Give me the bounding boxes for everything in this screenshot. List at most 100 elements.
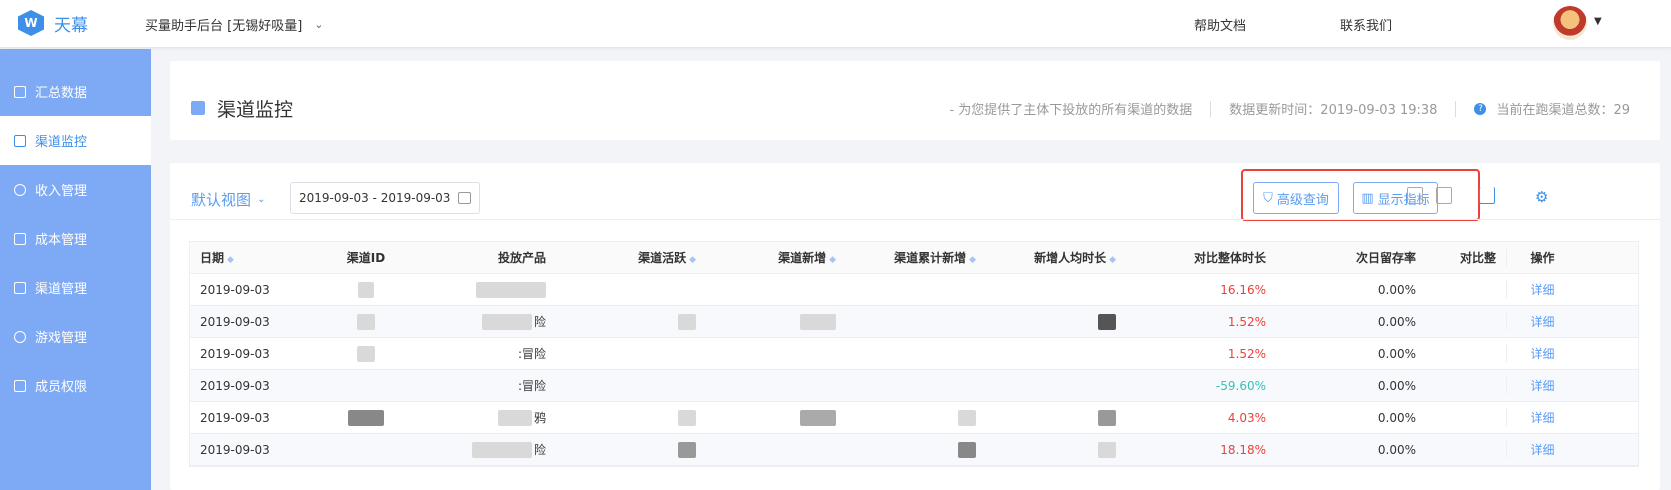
page-meta: - 为您提供了主体下投放的所有渠道的数据 数据更新时间：2019-09-03 1… [949,99,1630,118]
sidebar-item-income[interactable]: 收入管理 [0,165,151,214]
table-row: 2019-09-03 鸦 4.03% 0.00% 详细 [190,402,1638,434]
avatar[interactable] [1553,6,1587,40]
cell-active [556,409,706,426]
logo-text: 天幕 [54,15,88,36]
save-icon[interactable] [1407,187,1423,204]
sidebar-item-channel-monitor[interactable]: 渠道监控 [0,116,151,165]
cell-compare-duration: 1.52% [1227,314,1266,329]
download-icon[interactable] [1479,187,1495,204]
yen-icon [14,183,26,196]
sort-icon[interactable]: ◆ [227,255,234,265]
cell-product: :冒险 [517,379,546,393]
filter-icon: ⛉ [1263,190,1273,206]
cell-product: 险 [456,441,556,459]
column-header-compare-duration: 对比整体时长 [1193,251,1266,265]
column-header-compare-partial: 对比整 [1459,251,1496,265]
chevron-down-icon: ⌄ [257,194,266,205]
cell-cumulative [846,409,986,426]
sidebar-item-summary[interactable]: 汇总数据 [0,67,151,116]
table-row: 2019-09-03 险 18.18% 0.00% 详细 [190,434,1638,466]
date-range-picker[interactable]: 2019-09-03 - 2019-09-03 [290,182,480,214]
cell-date: 2019-09-03 [200,282,270,297]
cell-retention: 0.00% [1377,314,1416,329]
column-header-avg-duration[interactable]: 新增人均时长 ◆ [986,249,1126,266]
divider [1210,100,1212,117]
detail-link[interactable]: 详细 [1506,281,1578,298]
cell-compare-duration: -59.60% [1215,378,1266,393]
bar-chart-icon [14,85,26,98]
detail-link[interactable]: 详细 [1506,409,1578,426]
sidebar-item-label: 成本管理 [35,233,88,248]
help-docs-link[interactable]: 帮助文档 [1194,15,1246,34]
page-title: 渠道监控 [217,99,294,121]
channel-table-card: 默认视图 ⌄ 2019-09-03 - 2019-09-03 ⛉ 高级查询 ▥ … [170,163,1660,490]
cell-product: 鸦 [456,409,556,427]
channel-table: 日期 ◆ 渠道ID 投放产品 渠道活跃 ◆ 渠道新增 ◆ 渠道累计新增 ◆ 新增人均时长… [189,241,1639,467]
cell-product: 险 [456,313,556,331]
chevron-down-icon: ⌄ [314,18,324,31]
column-header-retention: 次日留存率 [1355,251,1416,265]
copy-icon[interactable] [1436,187,1452,204]
sidebar-item-game[interactable]: 游戏管理 [0,312,151,361]
gear-icon[interactable]: ⚙ [1535,188,1548,206]
column-header-product: 投放产品 [497,251,546,265]
sidebar-item-label: 渠道监控 [35,135,88,150]
title-marker-icon [191,101,205,115]
cell-product: :冒险 [517,347,546,361]
cell-retention: 0.00% [1377,282,1416,297]
column-header-date[interactable]: 日期 ◆ [190,249,276,266]
sort-icon[interactable]: ◆ [969,255,976,265]
toolbar-divider [170,219,1660,220]
sort-icon[interactable]: ◆ [689,255,696,265]
view-selector[interactable]: 默认视图 ⌄ [191,189,265,210]
cell-compare-duration: 1.52% [1227,346,1266,361]
cell-date: 2019-09-03 [200,410,270,425]
contact-us-link[interactable]: 联系我们 [1340,15,1392,34]
cell-avg-duration [986,313,1126,330]
sidebar-item-label: 渠道管理 [35,282,88,297]
page-header-card: 渠道监控 - 为您提供了主体下投放的所有渠道的数据 数据更新时间：2019-09… [170,61,1660,140]
sidebar-item-label: 汇总数据 [35,86,88,101]
running-channels-count: 当前在跑渠道总数：29 [1496,103,1630,118]
sort-icon[interactable]: ◆ [1109,255,1116,265]
sidebar-item-channel-manage[interactable]: 渠道管理 [0,263,151,312]
column-header-channel-id: 渠道ID [346,251,386,265]
update-time: 数据更新时间：2019-09-03 19:38 [1229,103,1438,118]
logo-mark-icon: W [18,10,44,36]
document-icon [14,232,26,245]
column-header-new[interactable]: 渠道新增 ◆ [706,249,846,266]
table-row: 2019-09-03 :冒险 1.52% 0.00% 详细 [190,338,1638,370]
cell-avg-duration [986,409,1126,426]
column-header-active[interactable]: 渠道活跃 ◆ [556,249,706,266]
table-row: 2019-09-03 16.16% 0.00% 详细 [190,274,1638,306]
sidebar-item-label: 收入管理 [35,184,88,199]
monitor-icon [14,134,26,147]
detail-link[interactable]: 详细 [1506,377,1578,394]
advanced-query-button[interactable]: ⛉ 高级查询 [1253,182,1339,214]
calendar-icon [458,192,471,204]
table-row: 2019-09-03 险 1.52% 0.00% 详细 [190,306,1638,338]
caret-down-icon[interactable]: ▼ [1594,16,1602,27]
sort-icon[interactable]: ◆ [829,255,836,265]
cell-channel-id [276,345,456,362]
page-description: - 为您提供了主体下投放的所有渠道的数据 [949,103,1193,118]
table-header-row: 日期 ◆ 渠道ID 投放产品 渠道活跃 ◆ 渠道新增 ◆ 渠道累计新增 ◆ 新增人均时长… [190,242,1638,274]
cell-product [456,281,556,298]
detail-link[interactable]: 详细 [1506,441,1578,458]
cell-channel-id [276,313,456,330]
show-metrics-button[interactable]: ▥ 显示指标 [1353,182,1438,214]
divider [1455,100,1457,117]
cell-compare-duration: 18.18% [1220,442,1266,457]
detail-link[interactable]: 详细 [1506,313,1578,330]
logo[interactable]: W 天幕 [18,10,88,36]
column-header-actions: 操作 [1506,249,1578,266]
app-selector-label: 买量助手后台 [无锡好吸量] [145,19,303,34]
sidebar: 汇总数据 渠道监控 收入管理 成本管理 渠道管理 游戏管理 成员权限 [0,49,151,490]
detail-link[interactable]: 详细 [1506,345,1578,362]
question-icon[interactable]: ? [1474,102,1487,115]
column-header-cumulative[interactable]: 渠道累计新增 ◆ [846,249,986,266]
sidebar-item-cost[interactable]: 成本管理 [0,214,151,263]
app-selector[interactable]: 买量助手后台 [无锡好吸量] ⌄ [145,15,324,34]
cell-retention: 0.00% [1377,346,1416,361]
sidebar-item-members[interactable]: 成员权限 [0,361,151,410]
